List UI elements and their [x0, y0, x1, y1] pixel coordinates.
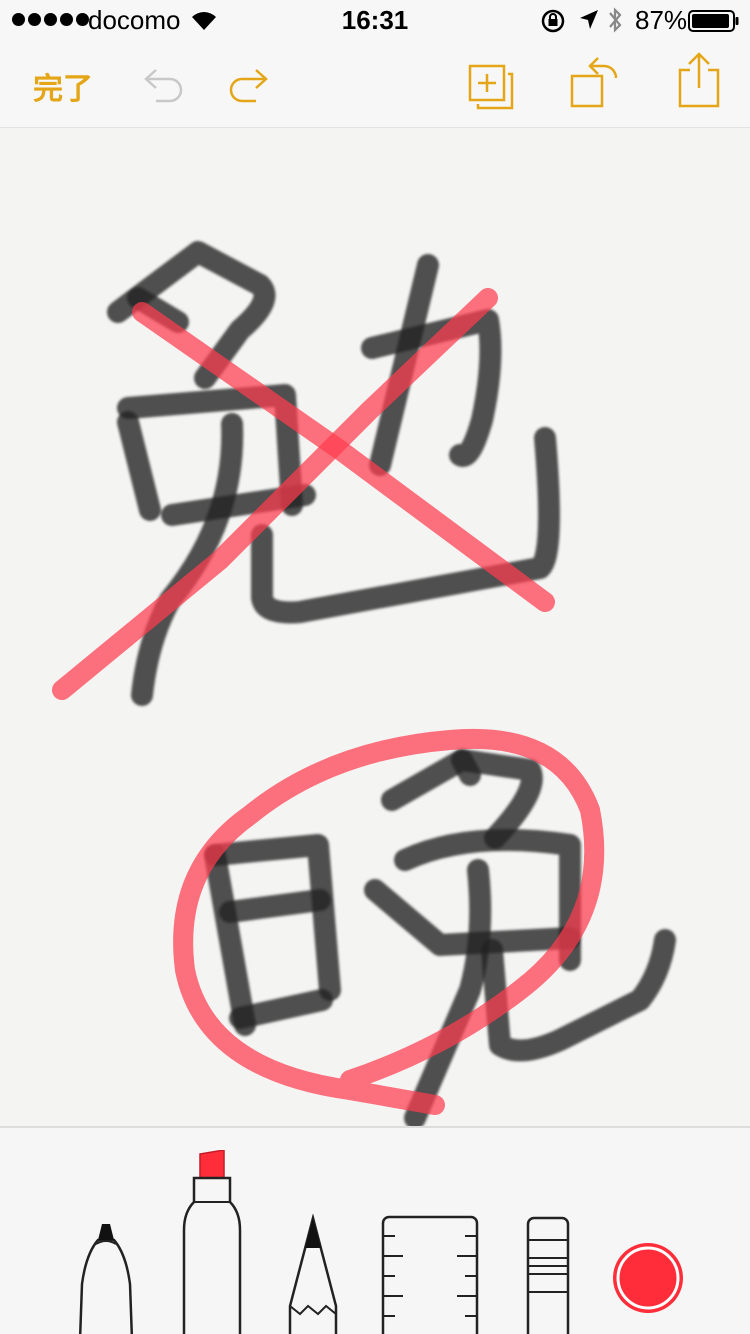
share-icon[interactable]	[676, 50, 722, 110]
markup-toolbar: 完了	[0, 40, 750, 129]
status-bar: docomo 16:31 87%	[0, 0, 750, 40]
pencil-tool-icon[interactable]	[286, 1214, 340, 1334]
drawing-strokes	[52, 241, 676, 1126]
bluetooth-icon	[609, 7, 622, 33]
orientation-lock-icon	[541, 9, 565, 33]
add-page-icon[interactable]	[468, 64, 516, 112]
black-marker-strokes	[107, 241, 560, 706]
pen-tool-icon[interactable]	[76, 1214, 136, 1334]
undo-icon[interactable]	[140, 62, 190, 106]
redo-icon[interactable]	[222, 62, 272, 106]
eraser-tool-icon[interactable]	[524, 1214, 572, 1334]
battery-percentage: 87%	[635, 5, 688, 35]
location-icon	[580, 10, 598, 29]
ruler-tool-icon[interactable]	[380, 1214, 480, 1334]
battery-icon	[688, 10, 739, 32]
tool-palette	[0, 1126, 750, 1334]
marker-tool-icon[interactable]	[178, 1150, 246, 1334]
drawing-canvas[interactable]	[0, 128, 750, 1126]
color-picker-icon[interactable]	[610, 1240, 686, 1316]
markup-screen: docomo 16:31 87% 完了	[0, 0, 750, 1334]
rotate-page-icon[interactable]	[568, 54, 624, 112]
done-button[interactable]: 完了	[33, 64, 93, 108]
